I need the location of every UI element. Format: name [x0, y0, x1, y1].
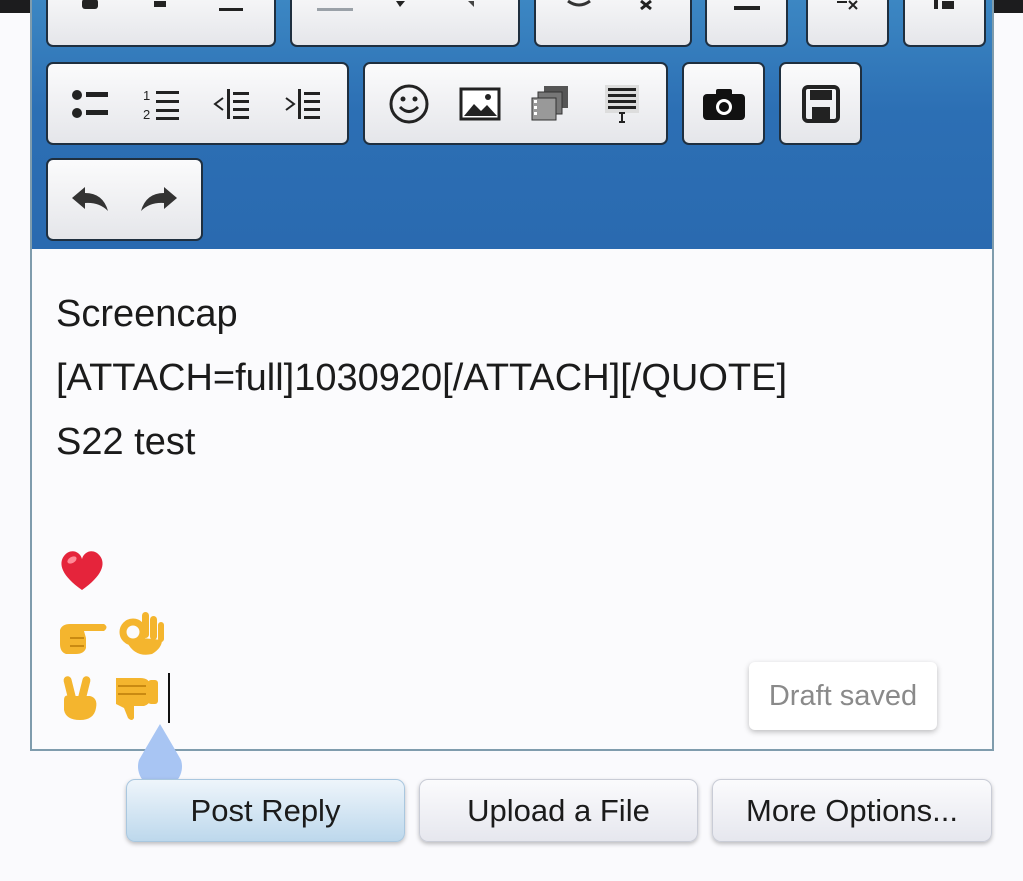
- rule-group: [705, 0, 788, 47]
- svg-text:2: 2: [143, 107, 150, 122]
- link-group: [534, 0, 692, 47]
- italic-icon[interactable]: [133, 0, 189, 42]
- format-group: [806, 0, 889, 47]
- indent-icon[interactable]: [276, 76, 332, 132]
- insert-quote-icon[interactable]: [594, 76, 650, 132]
- upload-file-button[interactable]: Upload a File: [419, 779, 698, 842]
- media-icon[interactable]: [523, 76, 579, 132]
- link-icon[interactable]: [551, 0, 607, 42]
- bold-icon[interactable]: [63, 0, 119, 42]
- post-reply-button[interactable]: Post Reply: [126, 779, 405, 842]
- svg-text:1: 1: [143, 88, 150, 103]
- text-caret: [168, 673, 170, 723]
- camera-group: [682, 62, 765, 145]
- font-size-icon[interactable]: [377, 0, 433, 42]
- bbcode-group: [903, 0, 986, 47]
- font-family-icon[interactable]: [447, 0, 503, 42]
- list-group: 12: [46, 62, 349, 145]
- emoji-line: [56, 602, 966, 666]
- victory-hand-icon: [63, 676, 97, 720]
- cursor-handle[interactable]: [131, 720, 189, 788]
- smilies-icon[interactable]: [381, 76, 437, 132]
- text-style-group: [46, 0, 276, 47]
- text-line: S22 test: [56, 421, 196, 463]
- save-draft-icon[interactable]: [793, 76, 849, 132]
- red-heart-icon: [61, 551, 103, 590]
- rich-text-editor[interactable]: 12 Screencap [ATTACH=full]1030920[/ATTAC…: [30, 0, 994, 751]
- undo-icon[interactable]: [62, 172, 118, 228]
- underline-icon[interactable]: [203, 0, 259, 42]
- emoji-line: [56, 538, 966, 602]
- image-icon[interactable]: [452, 76, 508, 132]
- unlink-icon[interactable]: [620, 0, 676, 42]
- redo-icon[interactable]: [131, 172, 187, 228]
- camera-icon[interactable]: [696, 76, 752, 132]
- text-line: Screencap: [56, 293, 238, 335]
- text-color-icon[interactable]: [307, 0, 363, 42]
- more-options-button[interactable]: More Options...: [712, 779, 992, 842]
- remove-format-icon[interactable]: [820, 0, 876, 42]
- horizontal-rule-icon[interactable]: [719, 0, 775, 42]
- history-group: [46, 158, 203, 241]
- pointing-right-icon: [60, 624, 107, 654]
- editor-toolbar: 12: [32, 0, 992, 249]
- thumbs-down-icon: [116, 678, 158, 720]
- draft-saved-toast: Draft saved: [749, 662, 937, 730]
- insert-group: [363, 62, 668, 145]
- font-group: [290, 0, 520, 47]
- numbered-list-icon[interactable]: 12: [134, 76, 190, 132]
- toggle-bbcode-icon[interactable]: [917, 0, 973, 42]
- bullet-list-icon[interactable]: [63, 76, 119, 132]
- text-line: [ATTACH=full]1030920[/ATTACH][/QUOTE]: [56, 357, 787, 399]
- outdent-icon[interactable]: [205, 76, 261, 132]
- save-group: [779, 62, 862, 145]
- ok-hand-icon: [119, 612, 164, 655]
